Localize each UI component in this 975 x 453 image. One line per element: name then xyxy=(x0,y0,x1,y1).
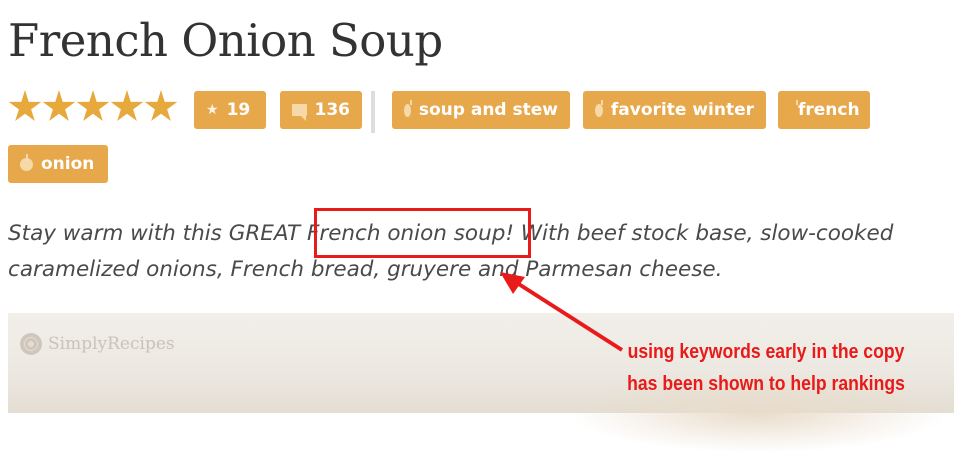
annotation-callout: using keywords early in the copy has bee… xyxy=(612,336,920,400)
annotation-line-2: has been shown to help rankings xyxy=(627,373,905,395)
annotation-line-1: using keywords early in the copy xyxy=(627,341,905,363)
arrow-head xyxy=(500,272,525,294)
arrow-shaft xyxy=(512,279,624,352)
